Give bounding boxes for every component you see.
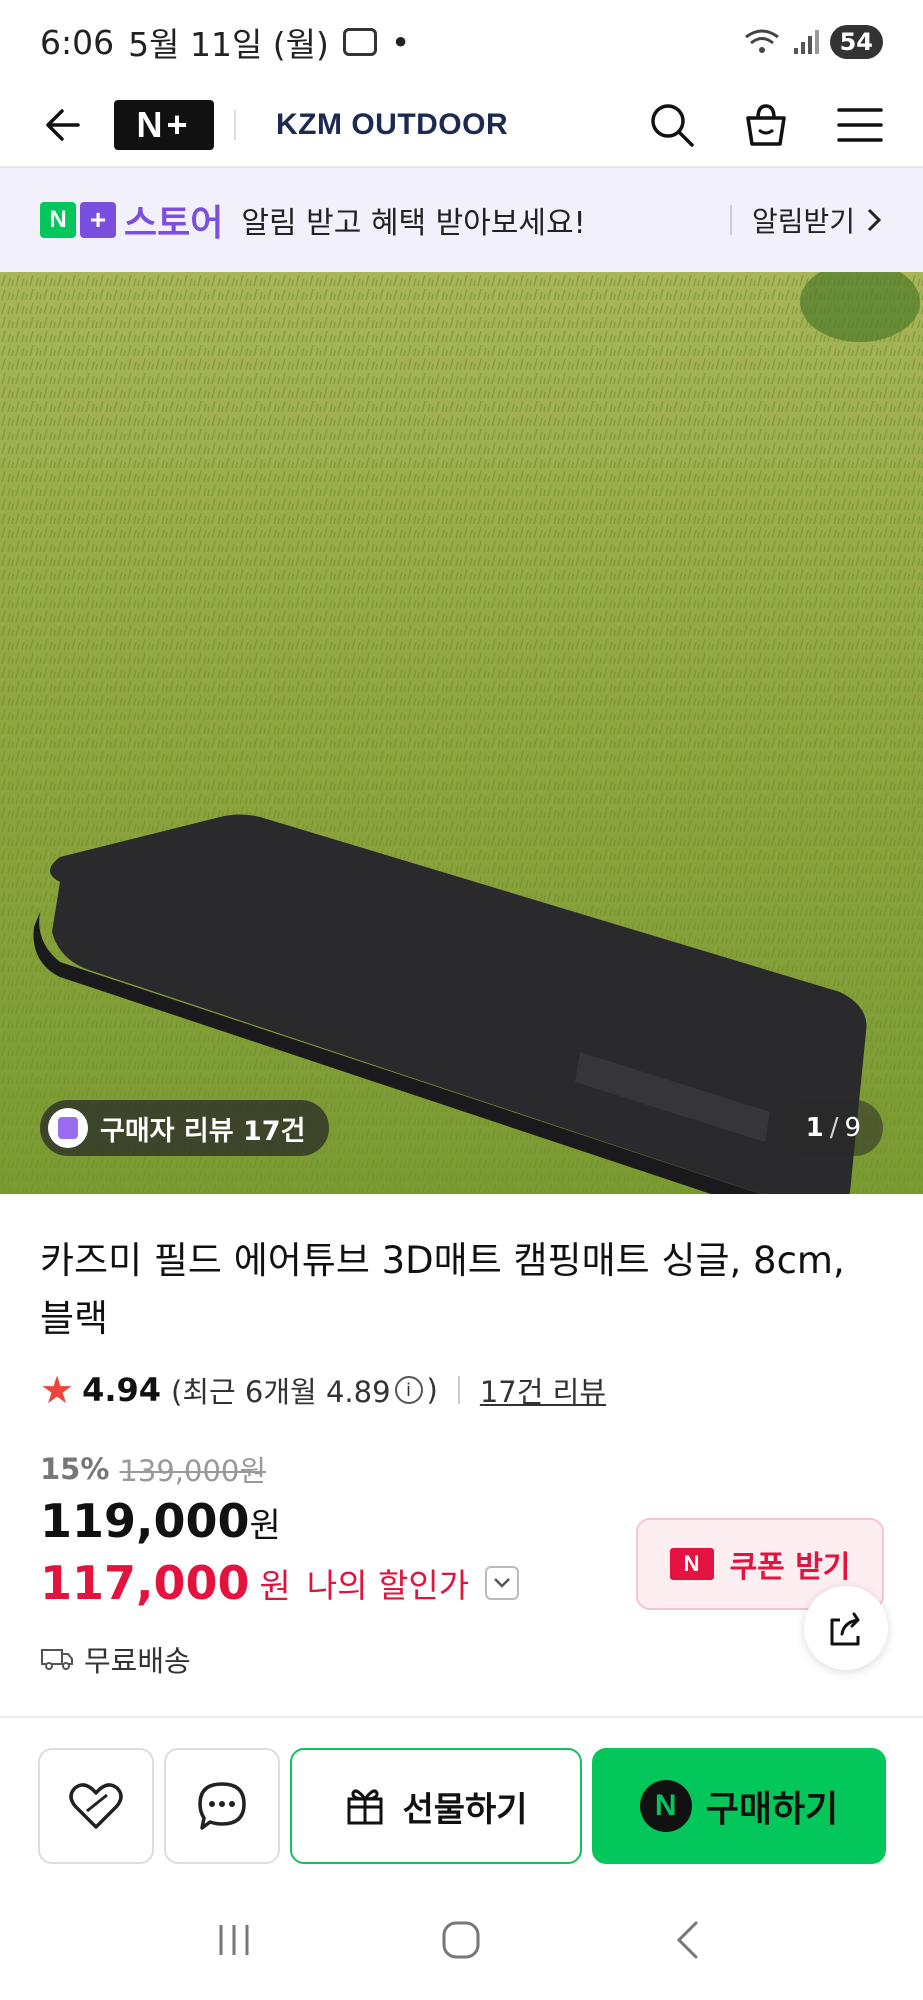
share-button[interactable]: [804, 1586, 888, 1670]
product-title: 카즈미 필드 에어튜브 3D매트 캠핑매트 싱글, 8cm, 블랙: [40, 1239, 845, 1340]
promo-divider: [729, 205, 732, 235]
chevron-right-icon: [867, 208, 882, 232]
original-price-row: 15% 139,000원: [40, 1448, 266, 1490]
system-back-icon[interactable]: [664, 1915, 714, 1965]
heart-icon: [69, 1783, 123, 1829]
delivery-info: 무료배송: [40, 1638, 191, 1680]
rating-row: ★ 4.94 (최근 6개월 4.89 i ) 17건 리뷰: [40, 1368, 606, 1412]
notify-label: 알림받기: [751, 205, 855, 238]
store-notification-banner[interactable]: N + 스토어 알림 받고 혜택 받아보세요! 알림받기: [0, 168, 923, 272]
recent-rating-close: ): [426, 1373, 438, 1407]
reviews-link[interactable]: 17건 리뷰: [480, 1369, 606, 1411]
buyer-review-chip[interactable]: 구매자 리뷰 17건: [40, 1100, 330, 1156]
sale-price: 119,000원: [40, 1494, 281, 1548]
my-price-label: 나의 할인가: [306, 1566, 470, 1605]
original-price: 139,000원: [119, 1454, 267, 1488]
nplus-logo[interactable]: N+: [114, 100, 214, 150]
back-arrow-icon: [46, 109, 80, 141]
home-icon[interactable]: [436, 1915, 486, 1965]
sale-price-value: 119,000: [40, 1494, 250, 1548]
my-price-unit: 원: [259, 1566, 291, 1607]
bottom-action-bar: 선물하기 N 구매하기: [0, 1716, 923, 1866]
system-nav-bar: [0, 1880, 923, 2000]
store-label: 스토어: [124, 203, 224, 244]
naver-coupon-icon: N: [669, 1548, 714, 1580]
chevron-down-icon[interactable]: [485, 1566, 520, 1600]
menu-icon[interactable]: [835, 100, 885, 150]
rating-divider: [457, 1376, 460, 1404]
gift-button[interactable]: 선물하기: [290, 1748, 582, 1864]
back-button[interactable]: [38, 103, 82, 147]
cart-icon[interactable]: [741, 100, 791, 150]
battery-indicator: 54: [829, 25, 883, 59]
screenshot-icon: [342, 28, 377, 56]
buy-label: 구매하기: [705, 1789, 839, 1830]
talk-button[interactable]: [164, 1748, 280, 1864]
product-photo: [0, 272, 923, 1194]
buy-button[interactable]: N 구매하기: [592, 1748, 886, 1864]
delivery-label: 무료배송: [84, 1644, 191, 1678]
shopping-bag-icon: [48, 1108, 88, 1148]
product-image-carousel[interactable]: 구매자 리뷰 17건 1 / 9: [0, 272, 923, 1194]
pager-separator: /: [829, 1113, 839, 1143]
image-pager: 1 / 9: [783, 1100, 883, 1156]
wishlist-button[interactable]: [38, 1748, 154, 1864]
chat-icon: [198, 1782, 246, 1830]
info-icon[interactable]: i: [394, 1376, 423, 1404]
gift-icon: [347, 1789, 383, 1825]
gift-label: 선물하기: [402, 1789, 528, 1830]
promo-message: 알림 받고 혜택 받아보세요!: [241, 206, 586, 241]
buyer-review-label: 구매자 리뷰 17건: [100, 1115, 306, 1147]
naver-n-logo: N: [40, 202, 76, 238]
rating-score: 4.94: [82, 1371, 162, 1409]
truck-icon: [41, 1649, 73, 1670]
share-icon: [830, 1612, 860, 1646]
recent-rating: (최근 6개월 4.89: [171, 1375, 391, 1409]
coupon-label: 쿠폰 받기: [729, 1550, 851, 1585]
dot-icon: •: [390, 22, 411, 62]
notify-button[interactable]: 알림받기: [752, 200, 883, 240]
nav-divider: [234, 110, 236, 140]
discount-percent: 15%: [40, 1452, 110, 1486]
plus-logo: +: [80, 202, 116, 238]
my-price-value: 117,000: [40, 1556, 250, 1610]
brand-name[interactable]: KZM OUTDOOR: [276, 108, 508, 142]
status-bar: 6:06 5월 11일 (월) • 54: [0, 0, 923, 84]
sale-price-unit: 원: [249, 1506, 281, 1546]
recent-apps-icon[interactable]: [209, 1915, 259, 1965]
my-discount-price[interactable]: 117,000 원 나의 할인가: [40, 1556, 520, 1610]
status-time: 6:06: [40, 22, 115, 62]
top-nav: N+ KZM OUTDOOR: [0, 84, 923, 168]
wifi-icon: [744, 29, 779, 53]
star-icon: ★: [40, 1368, 75, 1412]
naver-pay-icon: N: [639, 1780, 692, 1832]
pager-current: 1: [805, 1113, 824, 1143]
search-icon[interactable]: [647, 100, 697, 150]
pager-total: 9: [844, 1113, 861, 1143]
signal-icon: [793, 30, 819, 54]
status-date: 5월 11일 (월): [128, 25, 329, 64]
